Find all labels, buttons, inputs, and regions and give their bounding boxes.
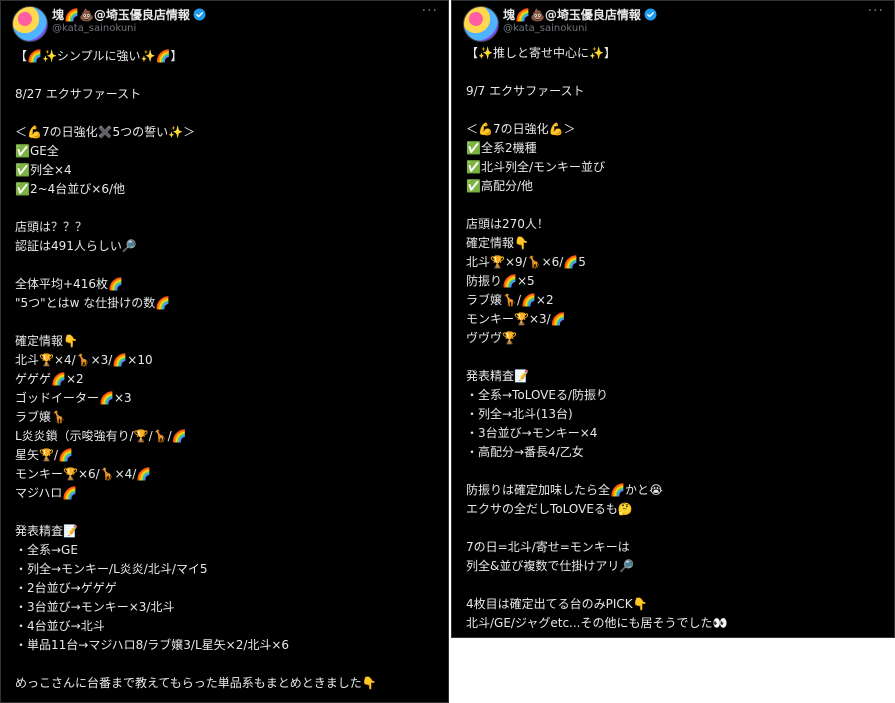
tweet-card: 塊🌈💩@埼玉優良店情報 @kata_sainokuni ··· 【✨推しと寄せ中… xyxy=(451,0,895,638)
tweet-text-line: 【🌈✨シンプルに強い✨🌈】 xyxy=(15,49,183,63)
tweet-text-line: 確定情報👇 xyxy=(15,334,78,348)
tweet-text: 【✨推しと寄せ中心に✨】 9/7 エクサファースト ＜💪7の日強化💪＞ ✅全系2機種 ✅… xyxy=(466,44,727,633)
tweet-text-line: 店頭は270人！ xyxy=(466,217,549,231)
tweet-text-line: ・列全→モンキー/L炎炎/北斗/マイ5 xyxy=(15,562,208,576)
tweet-text-line: ラブ嬢🦒/🌈×2 xyxy=(466,293,554,307)
verified-badge-icon xyxy=(644,8,657,20)
tweet-text-line: 発表精査📝 xyxy=(466,369,529,383)
tweet-text-line: 店頭は？？？ xyxy=(15,220,88,234)
author-name-row: 塊🌈💩@埼玉優良店情報 xyxy=(503,6,657,22)
tweet-text-line: ✅高配分/他 xyxy=(466,179,533,193)
tweet-text-line: ゲゲゲ🌈×2 xyxy=(15,372,84,386)
tweet-text-line: ヴヴヴ🏆 xyxy=(466,331,517,345)
more-options-icon[interactable]: ··· xyxy=(868,3,884,19)
tweet-text-line: 確定情報👇 xyxy=(466,236,529,250)
tweet-text-line: 北斗🏆×9/🦒×6/🌈5 xyxy=(466,255,586,269)
tweet-text-line: L炎炎鎖（示唆強有り/🏆/🦒/🌈 xyxy=(15,429,187,443)
tweet-header: 塊🌈💩@埼玉優良店情報 @kata_sainokuni ··· xyxy=(1,1,448,45)
tweet-text-line: ・全系→ToLOVEる/防振り xyxy=(466,388,609,402)
tweet-text-line: ・4台並び→北斗 xyxy=(15,619,105,633)
avatar[interactable] xyxy=(463,6,499,42)
tweet-text-line: ・2台並び→ゲゲゲ xyxy=(15,581,117,595)
tweet-text-line: 9/7 エクサファースト xyxy=(466,84,585,98)
tweet-text: 【🌈✨シンプルに強い✨🌈】 8/27 エクサファースト ＜💪7の日強化✖️5つの誓い… xyxy=(15,47,377,693)
tweet-text-line: 北斗🏆×4/🦒×3/🌈×10 xyxy=(15,353,153,367)
display-name[interactable]: 塊🌈💩@埼玉優良店情報 xyxy=(52,6,190,23)
tweet-text-line: ✅列全×4 xyxy=(15,163,72,177)
tweet-text-line: ✅北斗列全/モンキー並び xyxy=(466,160,605,174)
tweet-text-line: エクサの全だしToLOVEるも🤔 xyxy=(466,502,633,516)
tweet-text-line: ・列全→北斗(13台) xyxy=(466,407,573,421)
more-options-icon[interactable]: ··· xyxy=(422,3,438,19)
tweet-text-line: 4枚目は確定出てる台のみPICK👇 xyxy=(466,597,648,611)
tweet-text-line: モンキー🏆×6/🦒×4/🌈 xyxy=(15,467,152,481)
tweet-text-line: 防振り🌈×5 xyxy=(466,274,535,288)
tweet-text-line: 全体平均+416枚🌈 xyxy=(15,277,123,291)
tweet-text-line: 7の日=北斗/寄せ=モンキーは xyxy=(466,540,630,554)
tweet-text-line: 8/27 エクサファースト xyxy=(15,87,142,101)
tweet-card: 塊🌈💩@埼玉優良店情報 @kata_sainokuni ··· 【🌈✨シンプルに… xyxy=(0,0,449,703)
tweet-text-line: マジハロ🌈 xyxy=(15,486,78,500)
tweet-text-line: ・3台並び→モンキー×4 xyxy=(466,426,598,440)
tweet-text-line: ・単品11台→マジハロ8/ラブ嬢3/L星矢×2/北斗×6 xyxy=(15,638,290,652)
verified-badge-icon xyxy=(193,8,206,20)
display-name[interactable]: 塊🌈💩@埼玉優良店情報 xyxy=(503,6,641,23)
tweet-text-line: 星矢🏆/🌈 xyxy=(15,448,73,462)
tweet-text-line: ＜💪7の日強化💪＞ xyxy=(466,122,576,136)
tweet-text-line: ゴッドイーター🌈×3 xyxy=(15,391,132,405)
tweet-text-line: 【✨推しと寄せ中心に✨】 xyxy=(466,46,616,60)
tweet-text-line: ✅全系2機種 xyxy=(466,141,537,155)
tweet-text-line: 発表精査📝 xyxy=(15,524,78,538)
tweet-text-line: めっこさんに台番まで教えてもらった単品系もまとめときました👇 xyxy=(15,676,377,690)
tweet-text-line: ・3台並び→モンキー×3/北斗 xyxy=(15,600,175,614)
tweet-header: 塊🌈💩@埼玉優良店情報 @kata_sainokuni ··· xyxy=(452,1,894,45)
tweet-text-line: 北斗/GE/ジャグetc...その他にも居そうでした👀 xyxy=(466,616,728,630)
tweet-text-line: ラブ嬢🦒 xyxy=(15,410,66,424)
tweet-text-line: 列全&並び複数で仕掛けアリ🔎 xyxy=(466,559,635,573)
user-handle[interactable]: @kata_sainokuni xyxy=(52,23,136,34)
tweet-text-line: ✅2~4台並び×6/他 xyxy=(15,182,125,196)
tweet-text-line: ・全系→GE xyxy=(15,543,78,557)
tweet-text-line: "5つ"とはw な仕掛けの数🌈 xyxy=(15,296,171,310)
tweet-text-line: 認証は491人らしい🔎 xyxy=(15,239,137,253)
tweet-text-line: モンキー🏆×3/🌈 xyxy=(466,312,566,326)
user-handle[interactable]: @kata_sainokuni xyxy=(503,23,587,34)
avatar[interactable] xyxy=(12,6,48,42)
tweet-text-line: ✅GE全 xyxy=(15,144,59,158)
tweet-text-line: ＜💪7の日強化✖️5つの誓い✨＞ xyxy=(15,125,196,139)
author-name-row: 塊🌈💩@埼玉優良店情報 xyxy=(52,6,206,22)
tweet-text-line: ・高配分→番長4/乙女 xyxy=(466,445,584,459)
tweet-text-line: 防振りは確定加味したら全🌈かと😭 xyxy=(466,483,663,497)
